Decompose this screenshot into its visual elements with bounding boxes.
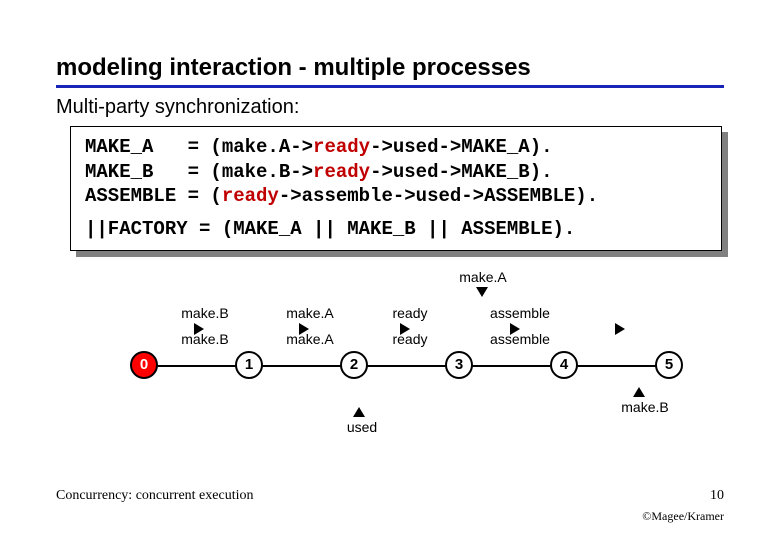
code-text: MAKE_B = (make.B->	[85, 161, 313, 183]
code-line-1: MAKE_A = (make.A->ready->used->MAKE_A).	[85, 135, 709, 160]
state-node-4: 4	[550, 351, 578, 379]
mid-transition-label: make.A	[275, 331, 345, 347]
footer-left: Concurrency: concurrent execution	[56, 488, 253, 504]
state-node-5: 5	[655, 351, 683, 379]
code-line-3: ASSEMBLE = (ready->assemble->used->ASSEM…	[85, 184, 709, 209]
transition-label: make.B	[170, 305, 240, 321]
slide-subtitle: Multi-party synchronization:	[56, 96, 724, 119]
slide: modeling interaction - multiple processe…	[0, 0, 780, 540]
code-keyword: ready	[313, 136, 370, 158]
state-axis	[144, 365, 668, 367]
arrow-up-icon	[633, 387, 645, 397]
mid-transition-label: ready	[380, 331, 440, 347]
return-label-makeB: make.B	[610, 399, 680, 415]
code-box-inner: MAKE_A = (make.A->ready->used->MAKE_A). …	[70, 126, 722, 251]
state-node-2: 2	[340, 351, 368, 379]
code-text: ->used->MAKE_B).	[370, 161, 552, 183]
state-node-3: 3	[445, 351, 473, 379]
footer-credit: ©Magee/Kramer	[642, 509, 724, 524]
mid-transition-label: make.B	[170, 331, 240, 347]
state-node-1: 1	[235, 351, 263, 379]
code-text: ->used->MAKE_A).	[370, 136, 552, 158]
lts-diagram: make.A make.B make.A ready assemble 0 1 …	[80, 269, 700, 439]
transition-label: ready	[380, 305, 440, 321]
code-line-2: MAKE_B = (make.B->ready->used->MAKE_B).	[85, 160, 709, 185]
return-label-used: used	[332, 419, 392, 435]
mid-transition-label: assemble	[480, 331, 560, 347]
footer-page-number: 10	[710, 488, 724, 504]
code-box: MAKE_A = (make.A->ready->used->MAKE_A). …	[70, 126, 722, 251]
code-text: MAKE_A = (make.A->	[85, 136, 313, 158]
code-keyword: ready	[313, 161, 370, 183]
title-rule	[56, 85, 724, 88]
arrow-down-icon	[476, 287, 488, 297]
code-text: ->assemble->used->ASSEMBLE).	[279, 185, 598, 207]
code-text: ASSEMBLE = (	[85, 185, 222, 207]
code-blank	[85, 209, 709, 217]
arrow-up-icon	[353, 407, 365, 417]
top-arc-label: make.A	[448, 269, 518, 285]
arrow-right-icon	[615, 323, 625, 335]
state-node-0: 0	[130, 351, 158, 379]
code-keyword: ready	[222, 185, 279, 207]
slide-title: modeling interaction - multiple processe…	[56, 54, 724, 82]
code-line-4: ||FACTORY = (MAKE_A || MAKE_B || ASSEMBL…	[85, 217, 709, 242]
transition-label: assemble	[480, 305, 560, 321]
transition-label: make.A	[275, 305, 345, 321]
